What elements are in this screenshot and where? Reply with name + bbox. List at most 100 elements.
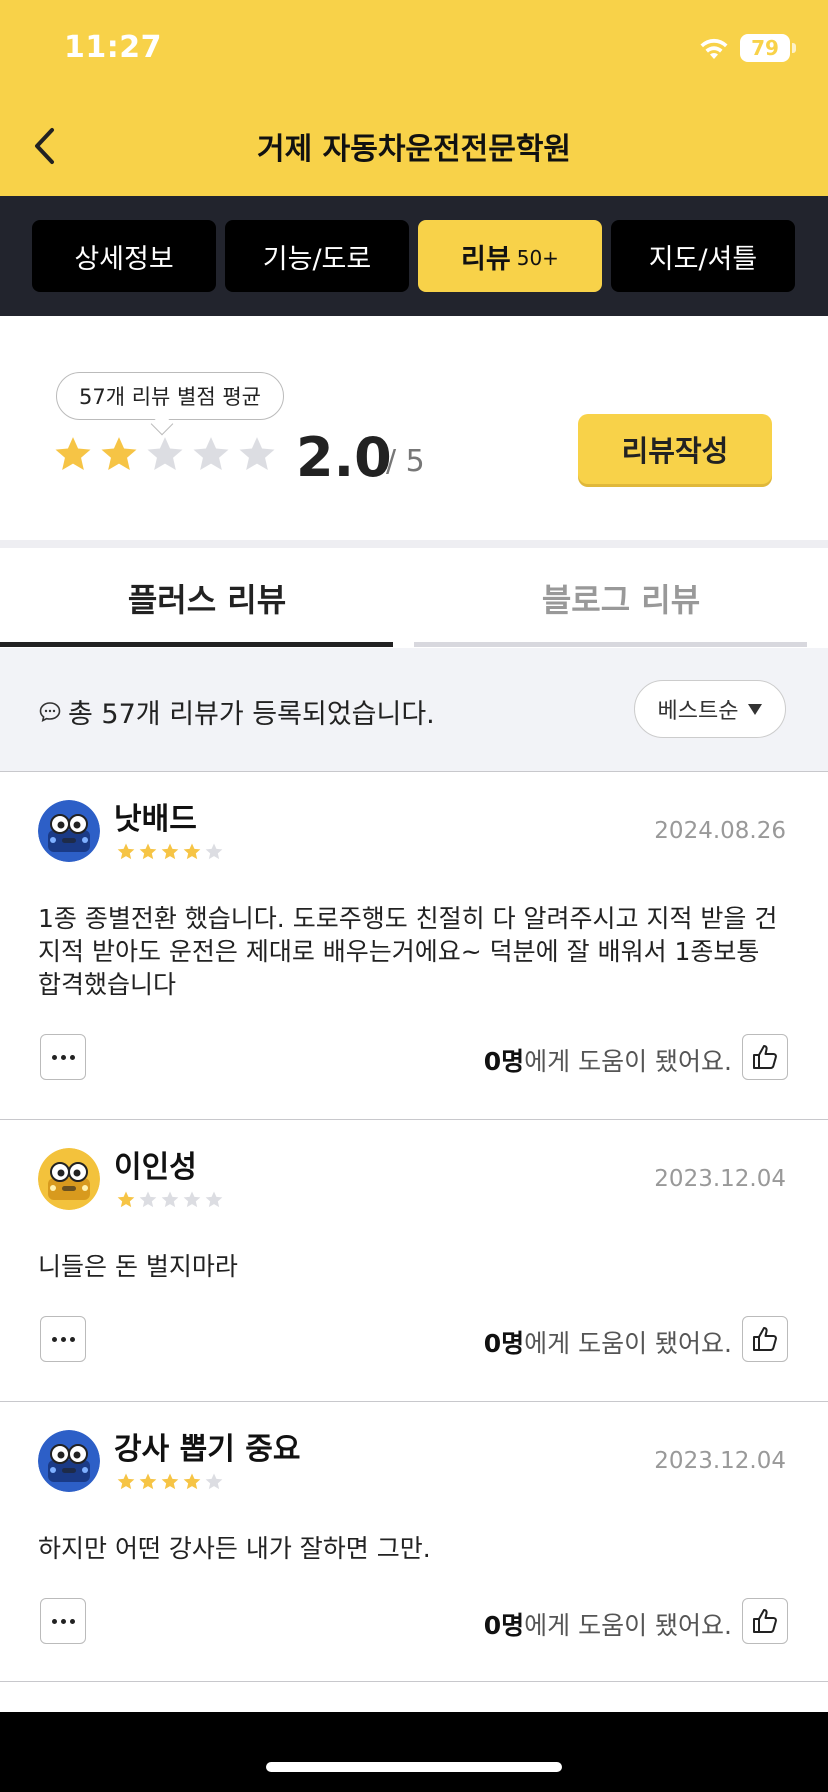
- app-header: 11:27 79 거제 자동차운전전문학원: [0, 0, 828, 196]
- rating-summary: 57개 리뷰 별점 평균 2.0 / 5 리뷰작성: [0, 316, 828, 540]
- helpful-number: 0명: [483, 1047, 525, 1076]
- dot: [69, 1618, 75, 1624]
- star-empty-icon: [161, 1191, 179, 1208]
- average-score: 2.0: [296, 426, 392, 489]
- star-filled-icon: [183, 843, 201, 860]
- dot: [69, 1054, 75, 1060]
- section-tabbar: 상세정보 기능/도로 리뷰 50+ 지도/셔틀: [0, 196, 828, 316]
- tab-label: 지도/셔틀: [648, 243, 758, 275]
- dot: [51, 1054, 57, 1060]
- reviewer-name: 강사 뽑기 중요: [114, 1432, 301, 1467]
- status-time: 11:27: [64, 30, 162, 65]
- more-options-button[interactable]: [40, 1598, 86, 1644]
- chat-bubble-icon: [39, 701, 61, 722]
- thumbs-up-icon: [753, 1327, 777, 1351]
- star-empty-icon: [147, 437, 183, 471]
- reviewer-name: 낫배드: [114, 802, 197, 837]
- blue-car-avatar: [38, 800, 100, 862]
- sort-label: 베스트순: [657, 699, 739, 724]
- inactive-tab-indicator: [414, 642, 807, 647]
- star-empty-icon: [205, 1473, 223, 1490]
- thumbs-up-icon: [753, 1045, 777, 1069]
- helpful-number: 0명: [483, 1611, 525, 1640]
- battery-level: 79: [751, 36, 779, 60]
- review-star-rating: [116, 1472, 224, 1492]
- thumbs-up-button[interactable]: [742, 1598, 788, 1644]
- helpful-number: 0명: [483, 1329, 525, 1358]
- tab-reviews[interactable]: 리뷰 50+: [418, 220, 602, 292]
- review-item: 이인성 2023.12.04 니들은 돈 벌지마라 0명 에게 도움이 됐어요.: [0, 1120, 828, 1402]
- battery-icon: 79: [740, 34, 796, 62]
- tab-function-road[interactable]: 기능/도로: [225, 220, 409, 292]
- helpful-count: 0명 에게 도움이 됐어요.: [484, 1324, 732, 1360]
- page-title: 거제 자동차운전전문학원: [256, 132, 572, 167]
- star-filled-icon: [183, 1473, 201, 1490]
- review-count-summary: 총 57개 리뷰가 등록되었습니다.: [38, 692, 435, 731]
- dot: [60, 1336, 66, 1342]
- dot: [69, 1336, 75, 1342]
- write-review-button[interactable]: 리뷰작성: [578, 414, 772, 484]
- star-filled-icon: [117, 843, 135, 860]
- review-text: 하지만 어떤 강사든 내가 잘하면 그만.: [38, 1534, 431, 1563]
- review-item: 낫배드 2024.08.26 1종 종별전환 했습니다. 도로주행도 친절히 다…: [0, 772, 828, 1120]
- average-star-rating: [52, 434, 278, 476]
- star-empty-icon: [205, 1191, 223, 1208]
- helpful-count: 0명 에게 도움이 됐어요.: [484, 1042, 732, 1078]
- star-filled-icon: [161, 843, 179, 860]
- thumbs-up-icon: [753, 1609, 777, 1633]
- tab-plus-review[interactable]: 플러스 리뷰: [0, 548, 414, 648]
- review-count-badge: 50+: [516, 246, 559, 270]
- star-empty-icon: [239, 437, 275, 471]
- star-filled-icon: [117, 1473, 135, 1490]
- sort-dropdown[interactable]: 베스트순: [634, 680, 786, 738]
- wifi-icon: [700, 38, 728, 59]
- active-tab-indicator: [0, 642, 393, 647]
- blue-car-avatar: [38, 1430, 100, 1492]
- dot: [60, 1618, 66, 1624]
- dot: [51, 1618, 57, 1624]
- bottom-safe-area: [0, 1712, 828, 1792]
- status-indicators: 79: [698, 34, 796, 62]
- dot: [51, 1336, 57, 1342]
- score-max: / 5: [386, 444, 425, 479]
- review-text: 니들은 돈 벌지마라: [38, 1252, 238, 1281]
- star-empty-icon: [205, 843, 223, 860]
- tab-blog-review[interactable]: 블로그 리뷰: [414, 548, 828, 648]
- star-filled-icon: [161, 1473, 179, 1490]
- star-empty-icon: [139, 1191, 157, 1208]
- review-text: 1종 종별전환 했습니다. 도로주행도 친절히 다 알려주시고 지적 받을 건 …: [38, 904, 778, 999]
- helpful-count: 0명 에게 도움이 됐어요.: [484, 1606, 732, 1642]
- tab-label: 리뷰: [461, 243, 511, 275]
- review-date: 2023.12.04: [654, 1166, 786, 1192]
- review-item: 강사 뽑기 중요 2023.12.04 하지만 어떤 강사든 내가 잘하면 그만…: [0, 1402, 828, 1682]
- rating-tooltip: 57개 리뷰 별점 평균: [56, 372, 284, 420]
- home-indicator[interactable]: [266, 1762, 562, 1772]
- caret-down-icon: [748, 703, 763, 715]
- star-filled-icon: [139, 1473, 157, 1490]
- tab-label: 기능/도로: [262, 243, 372, 275]
- more-options-button[interactable]: [40, 1034, 86, 1080]
- tab-details[interactable]: 상세정보: [32, 220, 216, 292]
- helpful-label: 에게 도움이 됐어요.: [524, 1047, 732, 1076]
- section-divider: [0, 540, 828, 548]
- star-filled-icon: [139, 843, 157, 860]
- review-star-rating: [116, 842, 224, 862]
- more-options-button[interactable]: [40, 1316, 86, 1362]
- yellow-car-avatar: [38, 1148, 100, 1210]
- review-type-tabs: 플러스 리뷰 블로그 리뷰: [0, 548, 828, 648]
- summary-text: 총 57개 리뷰가 등록되었습니다.: [68, 699, 435, 730]
- helpful-label: 에게 도움이 됐어요.: [524, 1329, 732, 1358]
- star-filled-icon: [117, 1191, 135, 1208]
- tab-map-shuttle[interactable]: 지도/셔틀: [611, 220, 795, 292]
- thumbs-up-button[interactable]: [742, 1316, 788, 1362]
- star-empty-icon: [183, 1191, 201, 1208]
- dot: [60, 1054, 66, 1060]
- review-date: 2024.08.26: [654, 818, 786, 844]
- star-filled-icon: [55, 437, 91, 471]
- tab-label: 상세정보: [74, 243, 174, 275]
- helpful-label: 에게 도움이 됐어요.: [524, 1611, 732, 1640]
- review-date: 2023.12.04: [654, 1448, 786, 1474]
- star-empty-icon: [193, 437, 229, 471]
- thumbs-up-button[interactable]: [742, 1034, 788, 1080]
- car-character-icon: [38, 1148, 100, 1210]
